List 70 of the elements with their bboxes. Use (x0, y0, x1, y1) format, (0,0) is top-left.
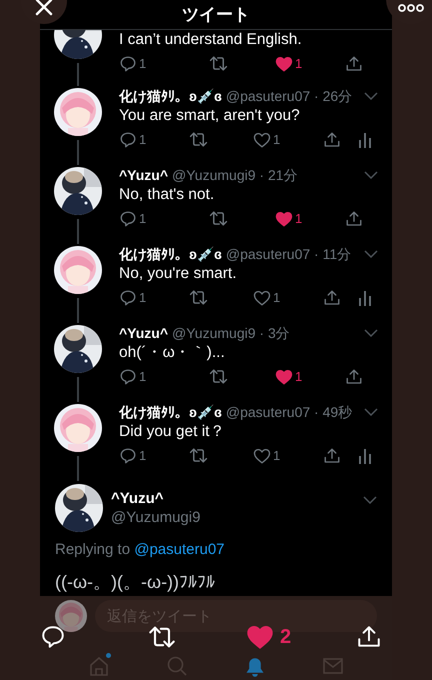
tweet-text: Did you get it？ (119, 422, 226, 442)
retweet-icon (189, 446, 208, 465)
user-name: ^Yuzu^ (119, 324, 168, 342)
tweet-text: I can’t understand English. (119, 30, 303, 50)
close-icon (35, 0, 53, 16)
home-tab[interactable] (87, 654, 111, 678)
reply-button[interactable]: 1 (119, 366, 189, 386)
user-name: ^Yuzu^ (111, 488, 165, 508)
analytics-icon (358, 448, 372, 464)
reply-icon (40, 624, 66, 650)
handle-and-time: @pasuteru07 · 11分 (226, 244, 352, 264)
share-icon (345, 54, 363, 72)
reply-icon (119, 54, 137, 72)
reply-icon (119, 446, 137, 464)
tweet-text: ((-ω-。)(。-ω-))ﾌﾙﾌﾙ (55, 571, 216, 594)
user-name: 化け猫ﾀﾘ。ʚ💉ɞ (119, 86, 222, 106)
reply-icon (119, 210, 137, 228)
replying-to-text: Replying to @pasuteru07 (55, 540, 226, 560)
reply-button[interactable]: 1 (119, 54, 189, 74)
search-icon (165, 654, 189, 678)
handle-and-time: @pasuteru07 · 26分 (226, 86, 352, 106)
user-name: 化け猫ﾀﾘ。ʚ💉ɞ (119, 244, 222, 264)
handle-and-time: @Yuzumugi9 · 3分 (172, 324, 290, 343)
share-icon (323, 130, 341, 148)
handle-and-time: @pasuteru07 · 49秒 (226, 402, 352, 422)
chevron-down-icon[interactable] (364, 408, 378, 416)
tweet-text: You are smart, aren't you? (119, 106, 301, 126)
retweet-icon (209, 209, 228, 228)
reply-button[interactable]: 1 (119, 208, 189, 228)
share-icon (345, 210, 363, 228)
page-title: ツイート (182, 4, 250, 26)
chevron-down-icon[interactable] (364, 92, 378, 100)
home-icon (87, 654, 111, 678)
user-name: 化け猫ﾀﾘ。ʚ💉ɞ (119, 402, 222, 422)
tweet-text: oh(´・ω・｀)... (119, 342, 226, 362)
chevron-down-icon[interactable] (364, 329, 378, 337)
like-button[interactable]: 1 (253, 366, 323, 386)
analytics-icon (358, 132, 372, 148)
mention-link[interactable]: @pasuteru07 (134, 540, 225, 558)
like-button[interactable]: 1 (253, 288, 323, 308)
tweet-text: No, you're smart. (119, 264, 238, 284)
handle-and-time: @Yuzumugi9 · 21分 (172, 166, 298, 185)
retweet-icon (189, 130, 208, 149)
analytics-button[interactable] (358, 132, 372, 148)
like-button[interactable]: 1 (253, 446, 323, 466)
more-icon (398, 4, 424, 12)
like-button[interactable]: 1 (253, 208, 323, 228)
share-icon (323, 288, 341, 306)
chevron-down-icon[interactable] (364, 171, 378, 179)
retweet-icon (209, 367, 228, 386)
analytics-icon (358, 290, 372, 306)
user-handle: @Yuzumugi9 (111, 508, 200, 526)
analytics-button[interactable] (358, 448, 372, 464)
analytics-button[interactable] (358, 290, 372, 306)
share-icon (323, 446, 341, 464)
reply-icon (119, 368, 137, 386)
reply-button[interactable]: 1 (119, 446, 189, 466)
chevron-down-icon[interactable] (363, 496, 377, 504)
retweet-icon (209, 54, 228, 73)
reply-button[interactable]: 1 (119, 288, 189, 308)
reply-icon (119, 288, 137, 306)
like-button[interactable]: 1 (253, 54, 323, 74)
user-name: ^Yuzu^ (119, 166, 168, 184)
retweet-icon (189, 288, 208, 307)
reply-icon (119, 130, 137, 148)
tweet-text: No, that's not. (119, 184, 216, 204)
reply-button[interactable]: 1 (119, 130, 189, 150)
chevron-down-icon[interactable] (364, 250, 378, 258)
like-button[interactable]: 1 (253, 130, 323, 150)
share-icon (345, 368, 363, 386)
